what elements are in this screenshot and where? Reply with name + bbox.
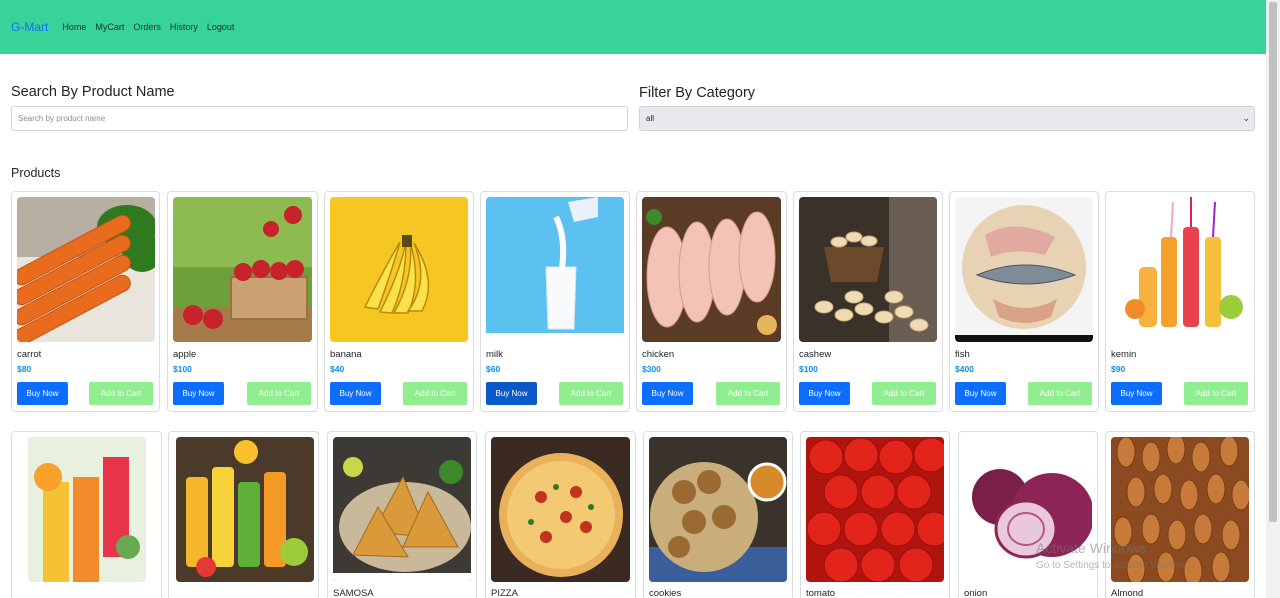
category-select-value: all [646, 114, 655, 123]
product-image-pizza [491, 437, 630, 582]
product-card-cookies: cookies [643, 431, 793, 598]
nav-history[interactable]: History [170, 22, 198, 32]
product-name: cashew [799, 349, 832, 360]
product-name: banana [330, 349, 362, 360]
navbar: G-Mart Home MyCart Orders History Logout [0, 0, 1266, 54]
product-name: tomato [806, 588, 836, 598]
product-price: $90 [1111, 364, 1126, 374]
product-name: PIZZA [491, 588, 518, 598]
product-card-row2-2 [168, 431, 319, 598]
product-image [176, 437, 314, 582]
watermark-line2: Go to Settings to activate Windows. [1036, 560, 1194, 571]
product-card-milk: milk $60 Buy Now Add to Cart [480, 191, 630, 412]
product-image-cookies [649, 437, 787, 582]
product-image-fish [955, 197, 1093, 342]
product-name: Almond [1111, 588, 1144, 598]
product-price: $80 [17, 364, 32, 374]
product-card-apple: apple $100 Buy Now Add to Cart [167, 191, 318, 412]
search-label: Search By Product Name [11, 84, 175, 100]
add-to-cart-button[interactable]: Add to Cart [872, 382, 936, 405]
product-image-kemin [1111, 197, 1249, 342]
add-to-cart-button[interactable]: Add to Cart [89, 382, 153, 405]
product-name: apple [173, 349, 197, 360]
product-name: SAMOSA [333, 588, 374, 598]
add-to-cart-button[interactable]: Add to Cart [247, 382, 311, 405]
search-input[interactable] [11, 106, 628, 131]
product-card-tomato: tomato [800, 431, 950, 598]
product-price: $300 [642, 364, 661, 374]
product-card-pizza: PIZZA [485, 431, 636, 598]
product-name: milk [486, 349, 503, 360]
product-card-kemin: kemin $90 Buy Now Add to Cart [1105, 191, 1255, 412]
buy-now-button[interactable]: Buy Now [173, 382, 224, 405]
vertical-scrollbar[interactable] [1266, 0, 1280, 598]
product-image-banana [330, 197, 468, 342]
product-card-row2-1 [11, 431, 162, 598]
product-image-milk [486, 197, 624, 342]
buy-now-button[interactable]: Buy Now [799, 382, 850, 405]
page: G-Mart Home MyCart Orders History Logout… [0, 0, 1280, 598]
buy-now-button[interactable]: Buy Now [17, 382, 68, 405]
products-title: Products [11, 166, 61, 180]
product-name: onion [964, 588, 988, 598]
nav-orders[interactable]: Orders [133, 22, 161, 32]
product-card-carrot: carrot $80 Buy Now Add to Cart [11, 191, 160, 412]
buy-now-button[interactable]: Buy Now [642, 382, 693, 405]
add-to-cart-button[interactable]: Add to Cart [559, 382, 623, 405]
product-name: fish [955, 349, 970, 360]
product-card-almond: Almond [1105, 431, 1255, 598]
product-image-apple [173, 197, 312, 342]
chevron-down-icon: ⌄ [1242, 113, 1250, 123]
nav-logout[interactable]: Logout [207, 22, 235, 32]
add-to-cart-button[interactable]: Add to Cart [1028, 382, 1092, 405]
buy-now-button[interactable]: Buy Now [1111, 382, 1162, 405]
product-image-carrot [17, 197, 155, 342]
product-price: $400 [955, 364, 974, 374]
add-to-cart-button[interactable]: Add to Cart [1184, 382, 1248, 405]
product-card-chicken: chicken $300 Buy Now Add to Cart [636, 191, 787, 412]
filter-label: Filter By Category [639, 85, 756, 101]
product-image-tomato [806, 437, 944, 582]
product-card-cashew: cashew $100 Buy Now Add to Cart [793, 191, 943, 412]
product-name: cookies [649, 588, 682, 598]
nav-home[interactable]: Home [62, 22, 86, 32]
buy-now-button[interactable]: Buy Now [486, 382, 537, 405]
product-price: $100 [799, 364, 818, 374]
watermark-line1: Activate Windows [1036, 540, 1147, 556]
product-card-banana: banana $40 Buy Now Add to Cart [324, 191, 474, 412]
product-image-samosa [333, 437, 471, 582]
nav-mycart[interactable]: MyCart [95, 22, 124, 32]
product-image-chicken [642, 197, 781, 342]
buy-now-button[interactable]: Buy Now [330, 382, 381, 405]
product-card-samosa: SAMOSA [327, 431, 477, 598]
product-image [28, 437, 146, 582]
product-card-onion: onion [958, 431, 1098, 598]
product-card-fish: fish $400 Buy Now Add to Cart [949, 191, 1099, 412]
product-name: carrot [17, 349, 42, 360]
brand-link[interactable]: G-Mart [11, 20, 48, 34]
product-name: chicken [642, 349, 675, 360]
buy-now-button[interactable]: Buy Now [955, 382, 1006, 405]
product-price: $40 [330, 364, 345, 374]
product-price: $100 [173, 364, 192, 374]
windows-activation-watermark: Activate Windows Go to Settings to activ… [1036, 540, 1194, 571]
category-select[interactable]: all ⌄ [639, 106, 1255, 131]
add-to-cart-button[interactable]: Add to Cart [716, 382, 780, 405]
product-price: $60 [486, 364, 501, 374]
scrollbar-thumb[interactable] [1269, 2, 1277, 522]
add-to-cart-button[interactable]: Add to Cart [403, 382, 467, 405]
product-image-cashew [799, 197, 937, 342]
product-name: kemin [1111, 349, 1137, 360]
